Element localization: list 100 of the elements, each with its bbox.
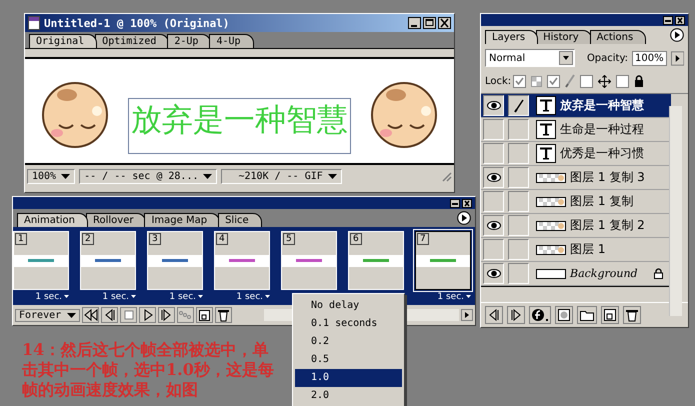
stop-icon[interactable] [120, 307, 138, 323]
next-frame-icon[interactable] [507, 306, 525, 324]
minimize-icon[interactable] [450, 198, 460, 208]
menu-item[interactable]: No delay [295, 297, 402, 315]
layer-name: 图层 1 复制 2 [570, 217, 645, 234]
layer-row[interactable]: 图层 1 复制 2 [481, 214, 671, 238]
text-layer-icon [536, 96, 556, 115]
maximize-icon[interactable] [423, 17, 436, 29]
text-layer-icon [536, 120, 556, 139]
eye-icon[interactable] [486, 173, 500, 182]
panel-menu-icon[interactable] [457, 211, 471, 225]
menu-item[interactable]: 0.1 seconds [295, 315, 402, 333]
caret-icon [61, 174, 70, 179]
caret-icon [131, 295, 136, 298]
menu-item[interactable]: 0.2 [295, 333, 402, 351]
animation-frame[interactable]: 4 [214, 231, 270, 290]
minimize-icon[interactable] [663, 16, 673, 24]
caret-icon [198, 295, 203, 298]
file-size-dropdown[interactable]: ~210K / -- GIF [221, 169, 342, 184]
caret-icon [466, 295, 471, 298]
folder-icon[interactable] [577, 306, 597, 324]
close-icon[interactable] [462, 198, 472, 208]
layer-row[interactable]: 放弃是一种智慧 [481, 94, 671, 118]
tab[interactable]: Animation [17, 213, 88, 227]
eye-icon[interactable] [486, 269, 500, 278]
eye-icon[interactable] [486, 221, 500, 230]
brush-icon [565, 74, 576, 88]
tab[interactable]: Rollover [86, 213, 146, 227]
layer-row[interactable]: 生命是一种过程 [481, 118, 671, 142]
layer-name: 图层 1 复制 3 [570, 169, 645, 186]
zoom-dropdown[interactable]: 100% [27, 169, 76, 184]
annotation-text: 14：然后这七个帧全部被选中，单击其中一个帧，选中1.0秒，这是每帧的动画速度效果，如图 [22, 340, 275, 400]
scroll-right-icon[interactable] [461, 309, 473, 321]
layer-name: 生命是一种过程 [560, 121, 644, 138]
tab[interactable]: 4-Up [209, 34, 254, 48]
animation-frame[interactable]: 2 [80, 231, 136, 290]
mask-icon[interactable] [555, 306, 573, 324]
text-layer-icon [536, 144, 556, 163]
frame-delay[interactable]: 1 sec. [236, 292, 270, 302]
loop-dropdown[interactable]: Forever [15, 308, 80, 322]
tab[interactable]: Slice [218, 213, 262, 227]
trash-icon[interactable] [215, 307, 232, 323]
lock-transparency-checkbox[interactable] [513, 74, 526, 88]
caret-icon [64, 295, 69, 298]
blend-mode-dropdown[interactable]: Normal [485, 49, 575, 67]
frame-delay[interactable]: 1 sec. [437, 292, 471, 302]
play-icon[interactable] [139, 307, 156, 323]
lock-all-checkbox[interactable] [616, 74, 630, 88]
tab[interactable]: History [536, 30, 592, 44]
layer-row[interactable]: 优秀是一种习惯 [481, 142, 671, 166]
menu-item[interactable]: 0.5 [295, 351, 402, 369]
eye-icon[interactable] [486, 101, 500, 110]
new-frame-icon[interactable] [196, 307, 214, 323]
layer-style-icon[interactable] [529, 306, 551, 324]
lock-pixels-checkbox[interactable] [547, 74, 560, 88]
menu-item[interactable]: 2.0 [295, 387, 402, 405]
layer-thumbnail [536, 220, 566, 230]
lock-label: Lock: [485, 76, 512, 86]
first-frame-icon[interactable] [82, 307, 100, 323]
window-title: Untitled-1 @ 100% (Original) [44, 16, 230, 30]
lock-position-checkbox[interactable] [580, 74, 594, 88]
frame-delay[interactable]: 1 sec. [102, 292, 136, 302]
download-time-dropdown[interactable]: -- / -- sec @ 28... [79, 169, 218, 184]
next-frame-icon[interactable] [158, 307, 176, 323]
animation-frame[interactable]: 6 [348, 231, 404, 290]
tab[interactable]: 2-Up [167, 34, 212, 48]
new-layer-icon[interactable] [601, 306, 619, 324]
frame-number: 7 [417, 233, 429, 245]
opacity-field[interactable]: 100% [632, 50, 667, 66]
minimize-icon[interactable] [408, 17, 421, 29]
frame-number: 6 [350, 233, 362, 245]
caret-icon [265, 295, 270, 298]
frame-number: 3 [149, 233, 161, 245]
layer-thumbnail [536, 244, 566, 254]
close-icon[interactable] [675, 16, 685, 24]
tab[interactable]: Image Map [144, 213, 220, 227]
resize-grip-icon [441, 171, 452, 182]
tab[interactable]: Optimized [95, 34, 170, 48]
animation-frame[interactable]: 3 [147, 231, 203, 290]
caret-icon [67, 312, 76, 318]
tab[interactable]: Actions [590, 30, 646, 44]
tab[interactable]: Layers [485, 30, 538, 44]
frame-delay[interactable]: 1 sec. [35, 292, 69, 302]
tab[interactable]: Original [29, 34, 98, 48]
animation-frame[interactable]: 7 [415, 231, 471, 290]
scrollbar[interactable] [669, 106, 682, 316]
panel-menu-icon[interactable] [670, 28, 684, 42]
layer-thumbnail [536, 196, 566, 206]
caret-icon [203, 174, 212, 179]
frame-delay[interactable]: 1 sec. [169, 292, 203, 302]
trash-icon[interactable] [623, 306, 641, 324]
menu-item[interactable]: 1.0 [295, 369, 402, 387]
animation-frame[interactable]: 5 [281, 231, 337, 290]
previous-frame-icon[interactable] [101, 307, 118, 323]
close-icon[interactable] [438, 17, 451, 29]
layer-row[interactable]: 图层 1 复制 3 [481, 166, 671, 190]
previous-frame-icon[interactable] [485, 306, 503, 324]
layer-name: Background [570, 267, 638, 280]
animation-frame[interactable]: 1 [13, 231, 69, 290]
layer-row[interactable]: Background [481, 262, 671, 286]
